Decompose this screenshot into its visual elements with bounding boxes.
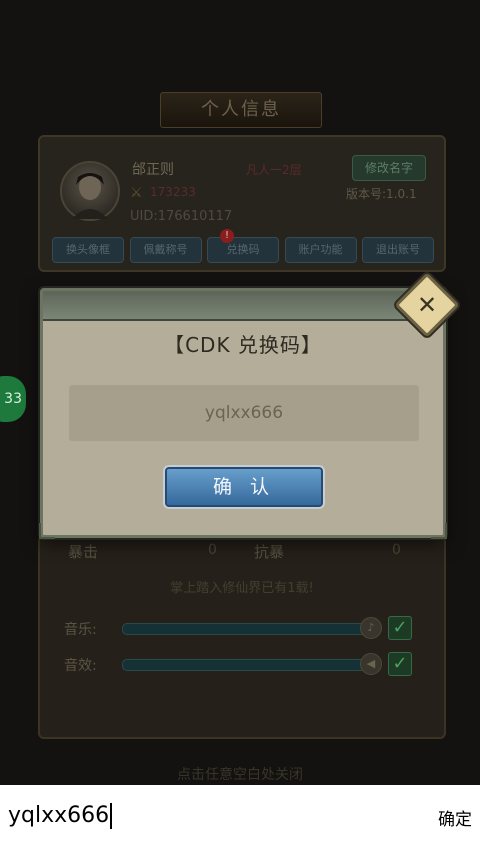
tab-logout[interactable]: 退出账号 [362, 237, 434, 263]
ime-text-field[interactable]: yqlxx666 [8, 803, 113, 829]
stats-panel: 暴击 0 抗暴 0 掌上踏入修仙界已有1载! 音乐: ♪ ✓ 音效: ◀ ✓ [38, 535, 446, 739]
dialog-title: 【CDK 兑换码】 [164, 333, 322, 357]
resist-label: 抗暴 [254, 543, 285, 561]
close-icon: ✕ [416, 291, 438, 319]
close-hint[interactable]: 点击任意空白处关闭 [0, 764, 480, 784]
dialog-corner-ornament [39, 523, 55, 539]
cdk-code-input[interactable] [69, 385, 419, 441]
tab-redeem-code[interactable]: 兑换码 [207, 237, 279, 263]
music-slider[interactable] [122, 623, 374, 635]
resist-value: 0 [392, 542, 401, 558]
tab-title[interactable]: 佩戴称号 [129, 237, 202, 263]
profile-panel: 邰正则 凡人一2层 修改名字 ⚔ 173233 版本号:1.0.1 UID:17… [38, 135, 446, 272]
combat-power: 173233 [150, 185, 196, 199]
cdk-dialog: 【CDK 兑换码】 确 认 [39, 288, 447, 539]
music-label: 音乐: [64, 622, 97, 638]
version-label: 版本号:1.0.1 [346, 187, 417, 201]
dialog-top-bar [43, 291, 443, 321]
avatar-portrait-icon [72, 173, 108, 219]
cultivation-note: 掌上踏入修仙界已有1载! [170, 581, 314, 596]
keyboard-input-bar: yqlxx666 确定 [0, 785, 480, 854]
profile-tab-row: 换头像框 佩戴称号 兑换码 账户功能 退出账号 [52, 237, 434, 263]
panel-title-banner: 个人信息 [160, 92, 322, 128]
tab-account-functions[interactable]: 账户功能 [284, 237, 357, 263]
alert-badge: ! [220, 229, 234, 243]
text-caret [110, 803, 113, 829]
avatar[interactable] [60, 161, 120, 221]
player-realm: 凡人一2层 [246, 163, 302, 177]
rename-button[interactable]: 修改名字 [352, 155, 426, 181]
player-name: 邰正则 [132, 162, 174, 178]
music-checkbox[interactable]: ✓ [388, 616, 412, 640]
side-event-chip[interactable]: 33 [0, 376, 26, 422]
dialog-corner-ornament [431, 523, 447, 539]
sfx-slider[interactable] [122, 659, 374, 671]
sfx-label: 音效: [64, 658, 97, 674]
speaker-icon[interactable]: ◀ [360, 653, 382, 675]
swords-icon: ⚔ [130, 185, 143, 201]
music-note-icon[interactable]: ♪ [360, 617, 382, 639]
crit-value: 0 [208, 542, 217, 558]
crit-label: 暴击 [68, 543, 99, 561]
confirm-button[interactable]: 确 认 [163, 465, 325, 509]
ime-confirm-button[interactable]: 确定 [438, 805, 472, 830]
uid-label: UID:176610117 [130, 209, 233, 224]
tab-avatar-frame[interactable]: 换头像框 [52, 237, 124, 263]
panel-title: 个人信息 [201, 99, 281, 120]
ime-text: yqlxx666 [8, 803, 110, 828]
sfx-checkbox[interactable]: ✓ [388, 652, 412, 676]
